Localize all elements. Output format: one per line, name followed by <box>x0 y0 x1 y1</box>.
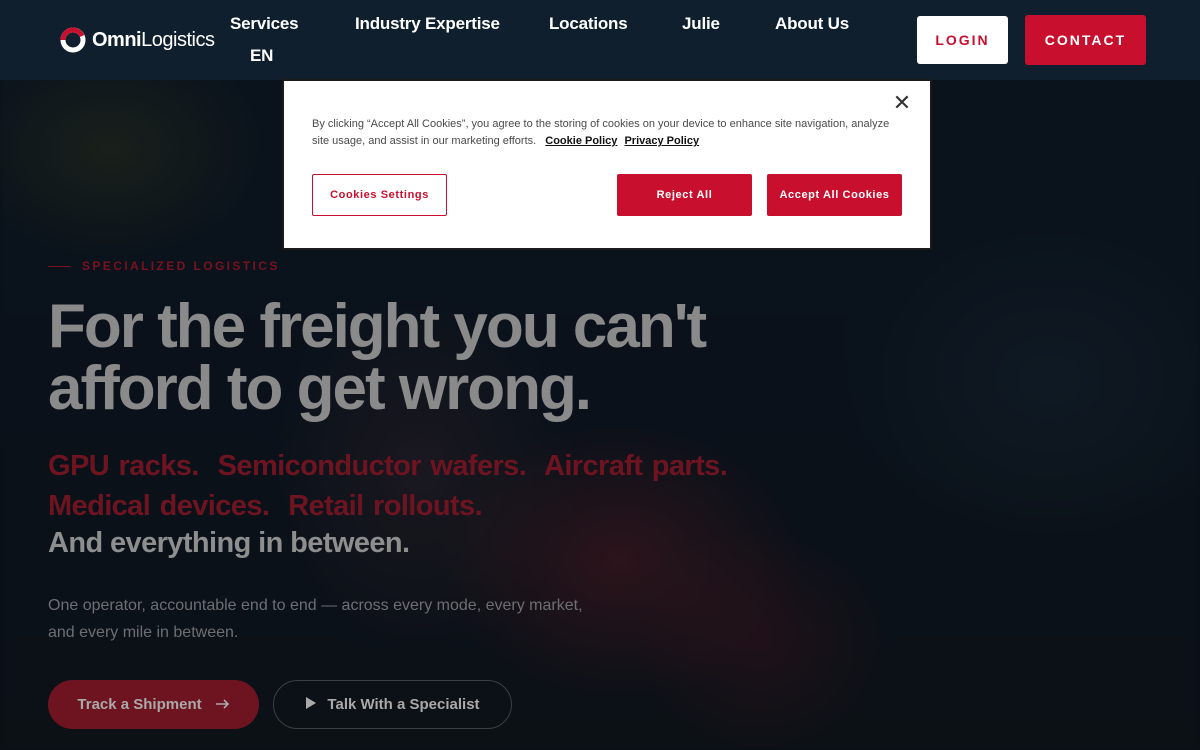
hero-headline: For the freight you can't afford to get … <box>48 292 707 423</box>
hero-tagline: And everything in between. <box>48 527 410 559</box>
play-icon <box>305 696 317 713</box>
hero-description: One operator, accountable end to end — a… <box>48 597 583 641</box>
nav-item-locations[interactable]: Locations <box>549 14 628 34</box>
freight-types-line-1: GPU racks. Semiconductor wafers. Aircraf… <box>48 450 728 482</box>
cookie-consent-dialog: ✕ By clicking “Accept All Cookies”, you … <box>282 79 932 250</box>
omni-ring-logo-icon <box>60 27 86 53</box>
talk-specialist-button[interactable]: Talk With a Specialist <box>273 680 512 729</box>
close-icon[interactable]: ✕ <box>890 91 914 115</box>
freight-types-line-2: Medical devices. Retail rollouts. <box>48 490 483 522</box>
cookie-notice-text: By clicking “Accept All Cookies”, you ag… <box>312 116 892 150</box>
track-shipment-button[interactable]: Track a Shipment <box>48 680 259 729</box>
nav-item-julie[interactable]: Julie <box>682 14 720 34</box>
arrow-right-icon <box>215 696 230 713</box>
login-button[interactable]: LOGIN <box>917 16 1008 64</box>
accept-all-cookies-button[interactable]: Accept All Cookies <box>767 174 902 216</box>
reject-all-button[interactable]: Reject All <box>617 174 752 216</box>
contact-button[interactable]: CONTACT <box>1025 15 1146 65</box>
site-header: Omni Logistics Services Industry Expertis… <box>0 0 1200 80</box>
nav-item-industry-expertise[interactable]: Industry Expertise <box>355 14 500 34</box>
cookie-policy-link[interactable]: Cookie Policy <box>545 135 617 147</box>
language-selector[interactable]: EN <box>250 46 273 66</box>
hero-eyebrow: SPECIALIZED LOGISTICS <box>48 259 280 273</box>
privacy-policy-link[interactable]: Privacy Policy <box>624 135 699 147</box>
eyebrow-text: SPECIALIZED LOGISTICS <box>82 259 280 273</box>
track-shipment-label: Track a Shipment <box>77 696 202 713</box>
omni-logistics-logo[interactable]: Omni Logistics <box>60 26 215 54</box>
eyebrow-divider <box>48 265 70 267</box>
cookies-settings-button[interactable]: Cookies Settings <box>312 174 447 216</box>
nav-item-services[interactable]: Services <box>230 14 299 34</box>
talk-specialist-label: Talk With a Specialist <box>327 696 480 713</box>
hero-freight-types: GPU racks. Semiconductor wafers. Aircraf… <box>48 446 808 526</box>
logo-wordmark-light: Logistics <box>141 28 215 51</box>
nav-item-about-us[interactable]: About Us <box>775 14 849 34</box>
logo-wordmark-bold: Omni <box>92 28 142 51</box>
